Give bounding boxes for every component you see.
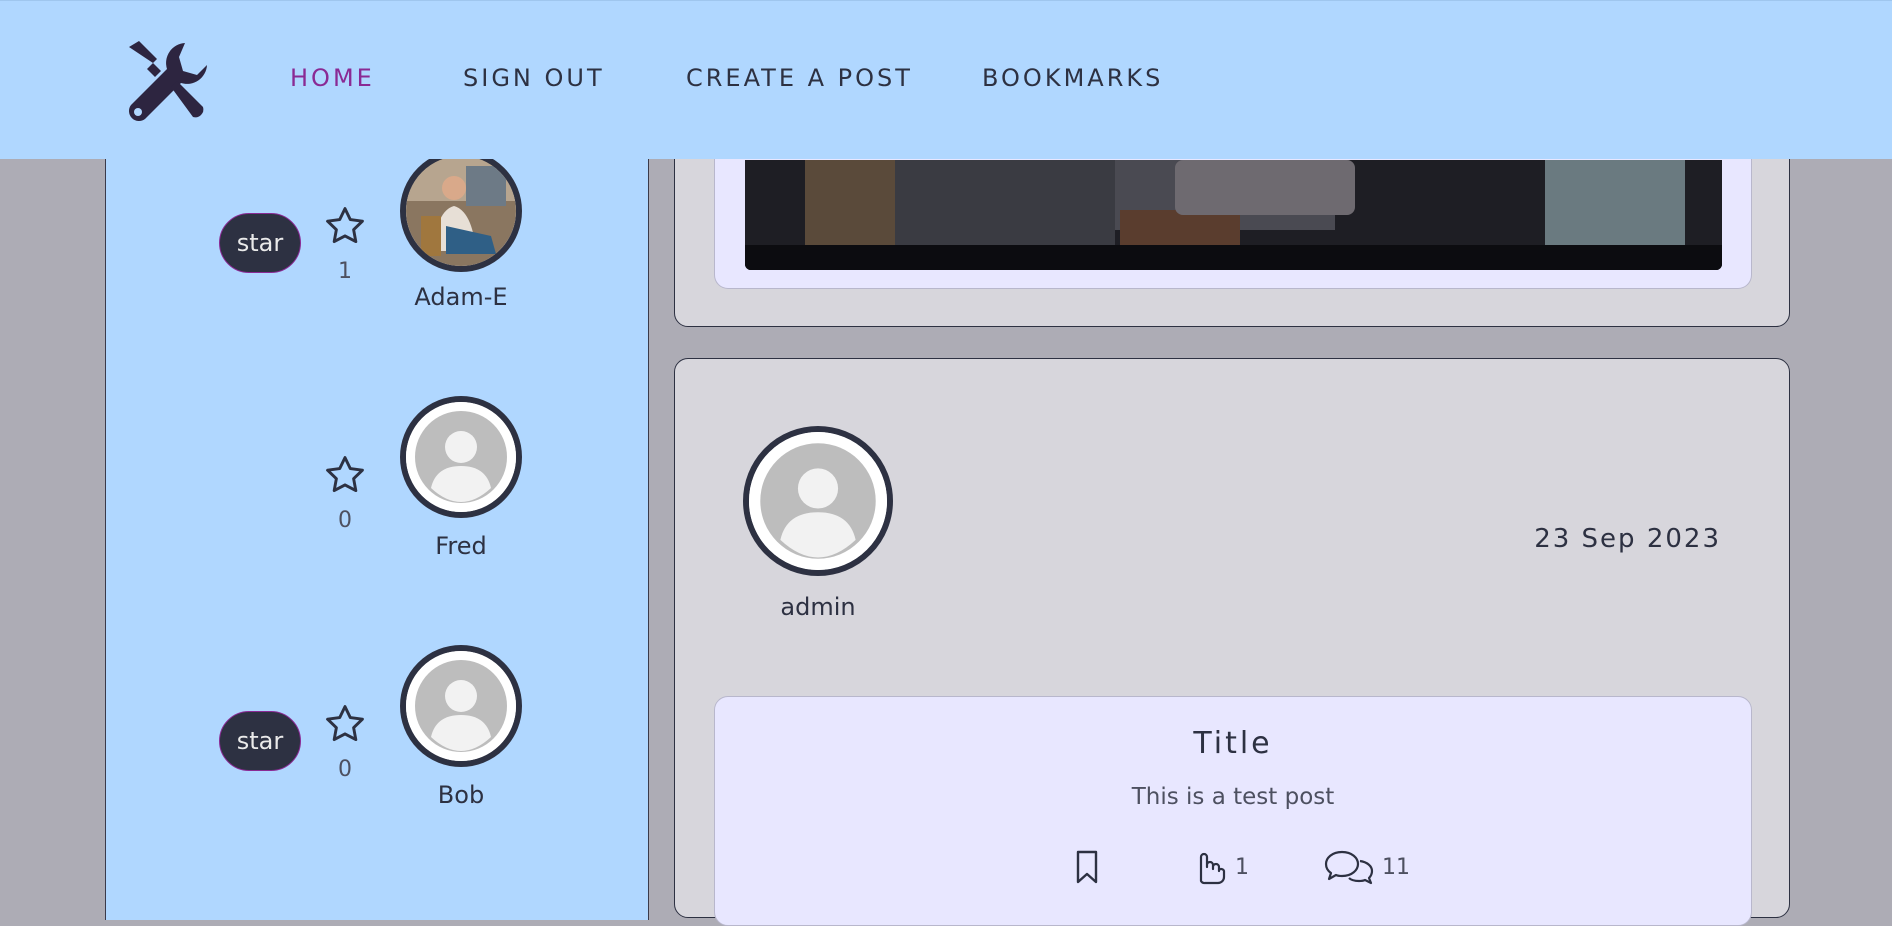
default-avatar-icon: [749, 432, 887, 570]
like-action[interactable]: 1: [1193, 849, 1249, 885]
post-body: This is a test post: [1131, 784, 1335, 810]
like-hand-icon[interactable]: [1193, 849, 1227, 885]
comments-icon[interactable]: [1324, 849, 1374, 885]
star-outline-icon[interactable]: [323, 702, 367, 746]
star-button[interactable]: star: [219, 213, 301, 273]
nav-sign-out-link[interactable]: SIGN OUT: [463, 64, 605, 92]
star-button[interactable]: star: [219, 711, 301, 771]
star-outline-icon[interactable]: [323, 453, 367, 497]
default-avatar-icon: [406, 651, 516, 761]
bookmark-action[interactable]: [1072, 849, 1102, 885]
comment-count: 11: [1382, 854, 1410, 880]
post-date: 23 Sep 2023: [1534, 524, 1721, 554]
comments-action[interactable]: 11: [1324, 849, 1410, 885]
top-navbar: HOME SIGN OUT CREATE A POST BOOKMARKS: [0, 0, 1892, 159]
star-outline-icon[interactable]: [323, 204, 367, 248]
profile-username[interactable]: Adam-E: [361, 283, 561, 311]
nav-home-link[interactable]: HOME: [290, 64, 375, 92]
nav-bookmarks-link[interactable]: BOOKMARKS: [982, 64, 1163, 92]
profile-username[interactable]: Fred: [361, 532, 561, 560]
post-card: admin 23 Sep 2023 Title This is a test p…: [674, 358, 1790, 926]
post-content: Title This is a test post 1 11: [714, 696, 1752, 926]
avatar[interactable]: [400, 150, 522, 272]
bookmark-icon[interactable]: [1072, 849, 1102, 885]
profiles-sidebar: star 1 Adam-E 0 Fred star 0 Bob: [105, 120, 649, 920]
star-count: 0: [338, 508, 352, 533]
default-avatar-icon: [406, 402, 516, 512]
star-count: 1: [338, 259, 352, 284]
like-count: 1: [1235, 854, 1249, 880]
post-title: Title: [1193, 726, 1273, 761]
post-author-name[interactable]: admin: [718, 593, 918, 621]
avatar[interactable]: [400, 396, 522, 518]
tools-logo-icon[interactable]: [123, 37, 211, 125]
profile-username[interactable]: Bob: [361, 781, 561, 809]
star-count: 0: [338, 757, 352, 782]
post-image[interactable]: [745, 160, 1722, 270]
profile-photo: [406, 156, 516, 266]
post-author-avatar[interactable]: [743, 426, 893, 576]
post-photo: [745, 160, 1722, 270]
avatar[interactable]: [400, 645, 522, 767]
nav-create-post-link[interactable]: CREATE A POST: [686, 64, 913, 92]
